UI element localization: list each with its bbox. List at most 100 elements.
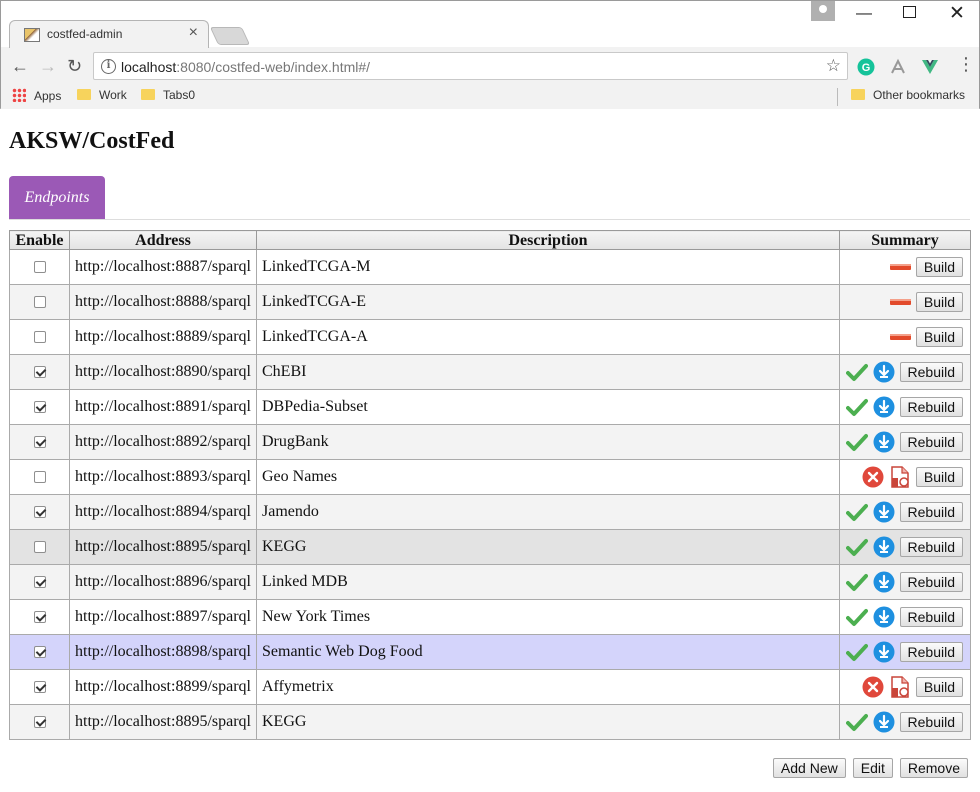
description-cell: New York Times xyxy=(256,599,840,635)
table-row[interactable]: http://localhost:8889/sparql LinkedTCGA-A… xyxy=(9,319,971,355)
check-icon xyxy=(845,361,868,383)
download-icon[interactable] xyxy=(873,606,895,628)
address-cell: http://localhost:8895/sparql xyxy=(69,704,257,740)
error-icon xyxy=(862,466,884,488)
table-row[interactable]: http://localhost:8895/sparql KEGG Rebuild xyxy=(9,704,971,740)
download-icon[interactable] xyxy=(873,431,895,453)
enable-checkbox[interactable] xyxy=(33,331,46,344)
table-row[interactable]: http://localhost:8895/sparql KEGG Rebuild xyxy=(9,529,971,565)
maximize-icon[interactable] xyxy=(903,6,916,18)
column-header-summary[interactable]: Summary xyxy=(839,230,971,250)
build-button[interactable]: Build xyxy=(915,257,963,277)
download-icon[interactable] xyxy=(873,361,895,383)
enable-cell xyxy=(9,529,70,565)
rebuild-button[interactable]: Rebuild xyxy=(899,362,963,382)
table-row[interactable]: http://localhost:8896/sparql Linked MDB Re… xyxy=(9,564,971,600)
summary-cell: Rebuild xyxy=(839,529,971,565)
enable-checkbox[interactable] xyxy=(33,576,46,589)
rebuild-button[interactable]: Rebuild xyxy=(899,537,963,557)
download-icon[interactable] xyxy=(873,641,895,663)
build-button[interactable]: Build xyxy=(915,327,963,347)
build-button[interactable]: Build xyxy=(915,677,963,697)
back-icon[interactable]: ← xyxy=(11,56,29,77)
check-icon xyxy=(845,501,868,523)
remove-button[interactable]: Remove xyxy=(899,758,968,778)
table-row[interactable]: http://localhost:8893/sparql Geo Names Bui… xyxy=(9,459,971,495)
address-bar[interactable]: i localhost:8080/costfed-web/index.html#… xyxy=(93,52,848,80)
summary-cell: Build xyxy=(839,459,971,495)
download-icon[interactable] xyxy=(873,711,895,733)
table-row[interactable]: http://localhost:8899/sparql Affymetrix Bu… xyxy=(9,669,971,705)
rebuild-button[interactable]: Rebuild xyxy=(899,397,963,417)
download-icon[interactable] xyxy=(873,501,895,523)
minimize-icon[interactable]: — xyxy=(856,5,872,23)
rebuild-button[interactable]: Rebuild xyxy=(899,607,963,627)
not-built-icon xyxy=(889,291,911,313)
enable-checkbox[interactable] xyxy=(33,436,46,449)
table-row[interactable]: http://localhost:8894/sparql Jamendo Rebui… xyxy=(9,494,971,530)
enable-checkbox[interactable] xyxy=(33,296,46,309)
bookmark-star-icon[interactable]: ☆ xyxy=(826,56,841,76)
bookmark-tabs0[interactable]: Tabs0 xyxy=(141,88,195,102)
enable-checkbox[interactable] xyxy=(33,541,46,554)
column-header-address[interactable]: Address xyxy=(69,230,257,250)
enable-checkbox[interactable] xyxy=(33,401,46,414)
table-row[interactable]: http://localhost:8887/sparql LinkedTCGA-M… xyxy=(9,249,971,285)
enable-cell xyxy=(9,284,70,320)
check-icon xyxy=(845,536,868,558)
bookmark-apps[interactable]: Apps xyxy=(12,88,61,103)
rebuild-button[interactable]: Rebuild xyxy=(899,642,963,662)
error-log-file-icon[interactable] xyxy=(889,466,911,488)
error-log-file-icon[interactable] xyxy=(889,676,911,698)
table-row[interactable]: http://localhost:8891/sparql DBPedia-Subs… xyxy=(9,389,971,425)
menu-kebab-icon[interactable]: ⋮ xyxy=(957,54,975,75)
address-cell: http://localhost:8890/sparql xyxy=(69,354,257,390)
add-new-button[interactable]: Add New xyxy=(772,758,846,778)
table-row[interactable]: http://localhost:8888/sparql LinkedTCGA-E… xyxy=(9,284,971,320)
enable-checkbox[interactable] xyxy=(33,366,46,379)
table-row[interactable]: http://localhost:8890/sparql ChEBI Rebuild xyxy=(9,354,971,390)
enable-cell xyxy=(9,354,70,390)
enable-checkbox[interactable] xyxy=(33,261,46,274)
grammarly-icon[interactable]: G xyxy=(857,58,875,76)
column-header-description[interactable]: Description xyxy=(256,230,840,250)
close-tab-icon[interactable]: × xyxy=(189,24,198,42)
rebuild-button[interactable]: Rebuild xyxy=(899,502,963,522)
tab-endpoints[interactable]: Endpoints xyxy=(9,176,105,220)
description-cell: DBPedia-Subset xyxy=(256,389,840,425)
acrobat-icon[interactable] xyxy=(889,58,907,76)
bookmark-work[interactable]: Work xyxy=(77,88,127,102)
enable-checkbox[interactable] xyxy=(33,716,46,729)
rebuild-button[interactable]: Rebuild xyxy=(899,712,963,732)
check-icon xyxy=(845,396,868,418)
enable-checkbox[interactable] xyxy=(33,611,46,624)
vue-devtools-icon[interactable] xyxy=(921,58,939,76)
download-icon[interactable] xyxy=(873,571,895,593)
rebuild-button[interactable]: Rebuild xyxy=(899,572,963,592)
forward-icon[interactable]: → xyxy=(39,56,57,77)
table-row[interactable]: http://localhost:8898/sparql Semantic Web… xyxy=(9,634,971,670)
table-row[interactable]: http://localhost:8892/sparql DrugBank Rebu… xyxy=(9,424,971,460)
reload-icon[interactable]: ↻ xyxy=(67,56,82,77)
enable-checkbox[interactable] xyxy=(33,471,46,484)
close-window-icon[interactable]: ✕ xyxy=(949,2,965,25)
download-icon[interactable] xyxy=(873,536,895,558)
column-header-enable[interactable]: Enable xyxy=(9,230,70,250)
enable-checkbox[interactable] xyxy=(33,646,46,659)
rebuild-button[interactable]: Rebuild xyxy=(899,432,963,452)
browser-tab[interactable]: costfed-admin × xyxy=(9,20,209,48)
info-icon[interactable]: i xyxy=(101,59,116,74)
check-icon xyxy=(845,606,868,628)
browser-chrome: costfed-admin × — ✕ ← → ↻ i localhost:80… xyxy=(0,0,980,109)
build-button[interactable]: Build xyxy=(915,467,963,487)
profile-icon[interactable] xyxy=(811,1,835,21)
table-row[interactable]: http://localhost:8897/sparql New York Tim… xyxy=(9,599,971,635)
edit-button[interactable]: Edit xyxy=(852,758,893,778)
build-button[interactable]: Build xyxy=(915,292,963,312)
browser-toolbar: ← → ↻ i localhost:8080/costfed-web/index… xyxy=(1,48,979,84)
new-tab-button[interactable] xyxy=(209,27,251,45)
enable-checkbox[interactable] xyxy=(33,506,46,519)
bookmark-other[interactable]: Other bookmarks xyxy=(851,88,965,102)
download-icon[interactable] xyxy=(873,396,895,418)
enable-checkbox[interactable] xyxy=(33,681,46,694)
